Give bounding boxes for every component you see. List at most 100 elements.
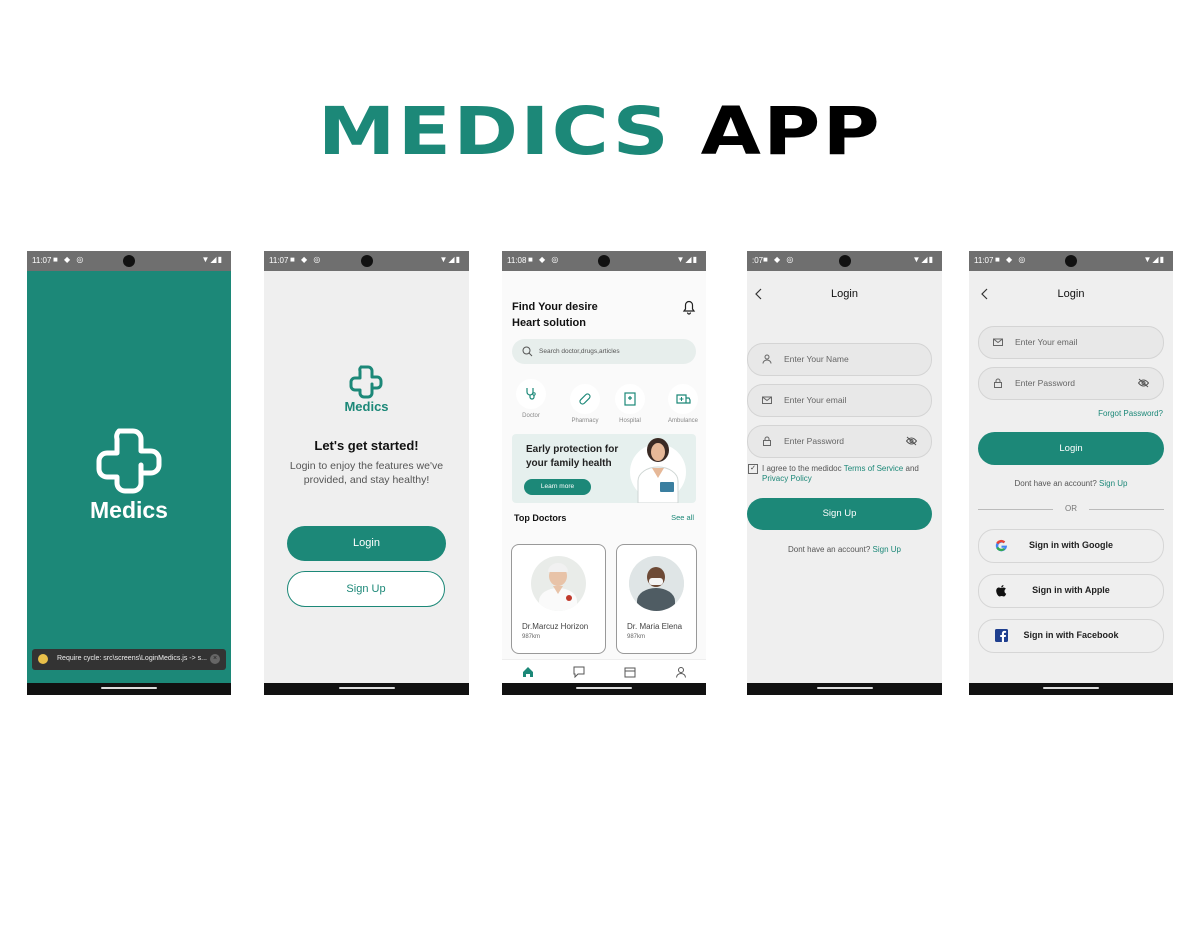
signup-footer: Dont have an account? Sign Up xyxy=(747,545,942,554)
name-field[interactable]: Enter Your Name xyxy=(747,343,932,376)
google-signin-button[interactable]: Sign in with Google xyxy=(978,529,1164,563)
status-bar: 11:07 ■ ◆ ◎ ▼◢▮ xyxy=(27,251,231,271)
name-placeholder: Enter Your Name xyxy=(784,354,849,364)
close-icon[interactable]: × xyxy=(210,654,220,664)
footer-signup-link[interactable]: Sign Up xyxy=(873,545,901,554)
status-time: 11:07 xyxy=(974,256,994,265)
gesture-bar xyxy=(502,683,706,695)
password-field[interactable]: Enter Password xyxy=(978,367,1164,400)
signup-screen: :07 ■ ◆ ◎ ▼◢▮ Login Enter Your Name Ente… xyxy=(747,251,942,695)
stethoscope-icon xyxy=(516,379,546,409)
search-input[interactable]: Search doctor,drugs,articles xyxy=(512,339,696,364)
learn-more-button[interactable]: Learn more xyxy=(524,479,591,495)
calendar-tab-icon[interactable] xyxy=(623,666,637,678)
see-all-link[interactable]: See all xyxy=(671,513,694,522)
lock-icon xyxy=(994,378,1002,388)
signup-button[interactable]: Sign Up xyxy=(287,571,445,607)
footer-text: Dont have an account? xyxy=(788,545,871,554)
forgot-password-link[interactable]: Forgot Password? xyxy=(1098,409,1163,418)
email-field[interactable]: Enter Your email xyxy=(747,384,932,417)
email-field[interactable]: Enter Your email xyxy=(978,326,1164,359)
doctor-distance: 987km xyxy=(627,634,646,640)
notification-icons: ■ ◆ ◎ xyxy=(290,255,323,264)
welcome-heading: Let's get started! xyxy=(314,438,419,453)
banner-line1: Early protection for xyxy=(526,444,619,455)
agree-checkbox[interactable]: ✓ xyxy=(748,464,758,474)
screen-title: Login xyxy=(831,288,858,300)
mail-icon xyxy=(762,396,772,404)
category-label: Pharmacy xyxy=(571,418,599,424)
bell-icon[interactable] xyxy=(682,299,696,315)
top-doctors-title: Top Doctors xyxy=(514,513,567,523)
home-screen: 11:08 ■ ◆ ◎ ▼◢▮ Find Your desire Heart s… xyxy=(502,251,706,695)
terms-link[interactable]: Terms of Service xyxy=(844,464,904,473)
category-pharmacy[interactable]: Pharmacy xyxy=(563,384,607,424)
screen-title: Login xyxy=(1057,288,1085,300)
camera-cutout xyxy=(360,255,373,267)
banner-line2: your family health xyxy=(526,458,612,469)
email-placeholder: Enter Your email xyxy=(1015,337,1078,347)
apple-signin-button[interactable]: Sign in with Apple xyxy=(978,574,1164,608)
footer-signup-link[interactable]: Sign Up xyxy=(1099,479,1127,488)
category-label: Doctor xyxy=(522,413,540,419)
welcome-screen: 11:07 ■ ◆ ◎ ▼◢▮ Medics Let's get started… xyxy=(264,251,469,695)
category-doctor[interactable]: Doctor xyxy=(509,379,553,419)
home-heading: Find Your desire Heart solution xyxy=(512,299,598,331)
eye-off-icon[interactable] xyxy=(1138,378,1149,388)
hospital-icon xyxy=(615,384,645,414)
category-label: Ambulance xyxy=(667,418,699,424)
notification-icons: ■ ◆ ◎ xyxy=(763,255,796,264)
search-placeholder: Search doctor,drugs,articles xyxy=(539,348,620,355)
status-bar: :07 ■ ◆ ◎ ▼◢▮ xyxy=(747,251,942,271)
medics-logo-icon xyxy=(349,365,383,399)
signal-battery-icons: ▼◢▮ xyxy=(676,255,698,264)
login-button[interactable]: Login xyxy=(978,432,1164,465)
status-bar: 11:07 ■ ◆ ◎ ▼◢▮ xyxy=(969,251,1173,271)
notification-icons: ■ ◆ ◎ xyxy=(995,255,1028,264)
user-icon xyxy=(762,354,772,364)
signup-button[interactable]: Sign Up xyxy=(747,498,932,530)
signal-battery-icons: ▼◢▮ xyxy=(912,255,934,264)
login-footer: Dont have an account? Sign Up xyxy=(969,479,1173,488)
category-ambulance[interactable]: Ambulance xyxy=(661,384,705,424)
welcome-subtitle: Login to enjoy the features we've provid… xyxy=(289,460,444,486)
status-time: 11:07 xyxy=(32,256,52,265)
welcome-brand: Medics xyxy=(344,399,389,414)
password-field[interactable]: Enter Password xyxy=(747,425,932,458)
toast-message: Require cycle: src\screens\LoginMedics.j… xyxy=(57,655,207,662)
doctor-card[interactable]: Dr. Maria Elena 987km xyxy=(616,544,697,654)
lock-icon xyxy=(763,436,771,446)
ambulance-icon xyxy=(668,384,698,414)
login-button[interactable]: Login xyxy=(287,526,446,561)
category-hospital[interactable]: Hospital xyxy=(608,384,652,424)
camera-cutout xyxy=(123,255,135,267)
facebook-signin-button[interactable]: Sign in with Facebook xyxy=(978,619,1164,653)
splash-screen: 11:07 ■ ◆ ◎ ▼◢▮ Medics Require cycle: sr… xyxy=(27,251,231,695)
agree-text: I agree to the medidoc Terms of Service … xyxy=(762,464,938,484)
title-medics: MEDICS xyxy=(317,93,672,170)
doctor-card[interactable]: Dr.Marcuz Horizon 987km xyxy=(511,544,606,654)
status-bar: 11:07 ■ ◆ ◎ ▼◢▮ xyxy=(264,251,469,271)
camera-cutout xyxy=(598,255,610,267)
gesture-bar xyxy=(969,683,1173,695)
home-heading-line1: Find Your desire xyxy=(512,301,598,313)
divider-right xyxy=(1089,509,1164,510)
home-heading-line2: Heart solution xyxy=(512,317,586,329)
profile-tab-icon[interactable] xyxy=(674,666,688,678)
camera-cutout xyxy=(1065,255,1077,267)
privacy-link[interactable]: Privacy Policy xyxy=(762,474,812,483)
dev-warning-toast[interactable]: Require cycle: src\screens\LoginMedics.j… xyxy=(32,649,226,670)
signal-battery-icons: ▼◢▮ xyxy=(1143,255,1165,264)
chat-tab-icon[interactable] xyxy=(572,666,586,678)
bottom-tab-bar xyxy=(502,659,706,684)
warning-icon xyxy=(38,654,48,664)
home-tab-icon[interactable] xyxy=(521,666,535,678)
password-placeholder: Enter Password xyxy=(784,436,844,446)
mail-icon xyxy=(993,338,1003,346)
doctor-name: Dr.Marcuz Horizon xyxy=(522,622,589,631)
agree-prefix: I agree to the medidoc xyxy=(762,464,844,473)
status-time: 11:08 xyxy=(507,256,527,265)
notification-icons: ■ ◆ ◎ xyxy=(53,255,86,264)
agree-and: and xyxy=(903,464,919,473)
eye-off-icon[interactable] xyxy=(906,436,917,446)
